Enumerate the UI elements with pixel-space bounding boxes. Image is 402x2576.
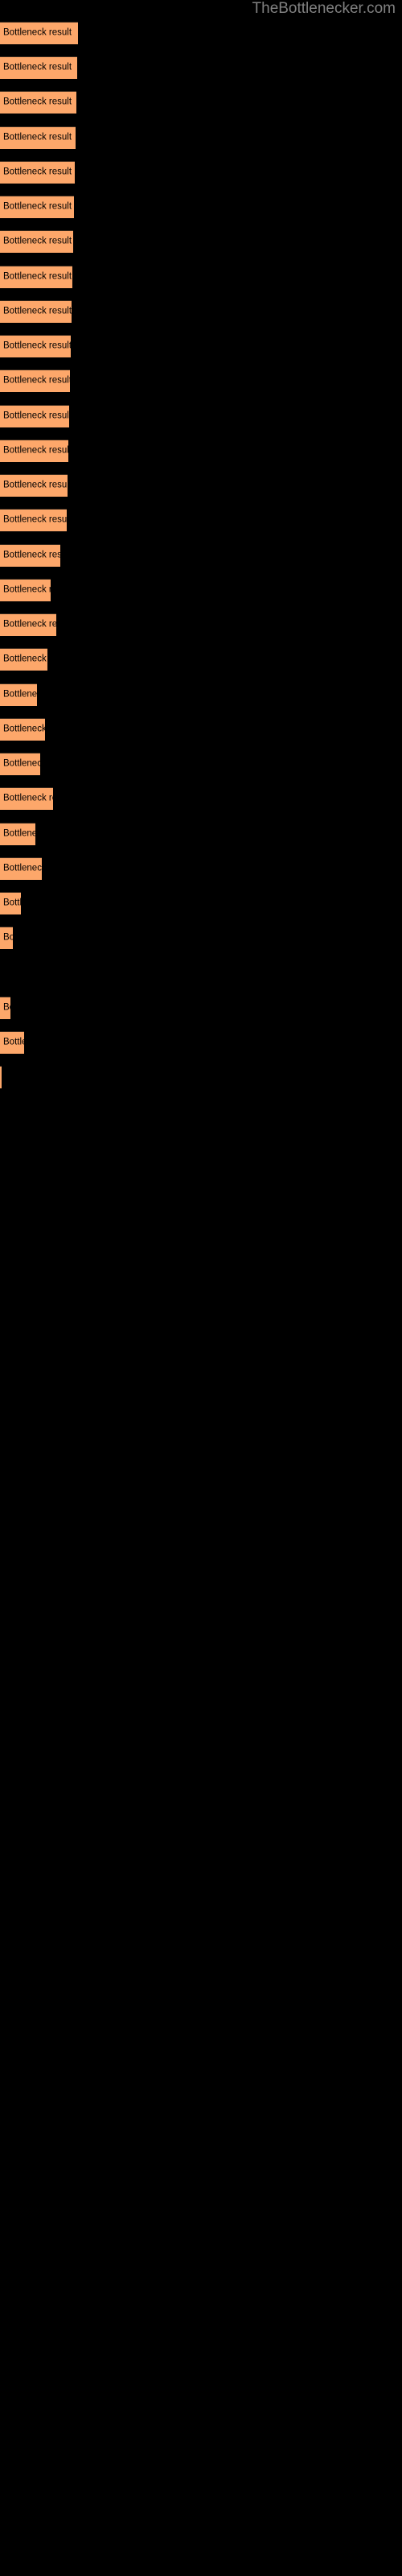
bar-label: Bottleneck result — [3, 375, 70, 386]
bottleneck-bar-chart: TheBottlenecker.com Bottleneck result Bot… — [0, 0, 402, 2576]
bar-label: Bottleneck result — [3, 619, 56, 630]
bar-label: Bottleneck result — [3, 1002, 10, 1013]
bar-label: Bottleneck result — [3, 828, 35, 839]
bar-row: Bottleneck result — [0, 857, 402, 880]
bar-row: Bottleneck result — [0, 683, 402, 706]
bar-label: Bottleneck result — [3, 689, 37, 700]
bar-row: Bottleneck result — [0, 823, 402, 845]
bar-row: Bottleneck result — [0, 161, 402, 184]
bar-row: Bottleneck result — [0, 648, 402, 671]
bar-label-clip: Bottleneck result — [0, 718, 45, 741]
bar-row: Bottleneck result — [0, 196, 402, 218]
bar-label-clip: Bottleneck result — [0, 1031, 24, 1054]
bar-row: Bottleneck result — [0, 613, 402, 636]
bar-label: Bottleneck result — [3, 793, 53, 803]
bar-label-clip: Bottleneck result — [0, 544, 60, 567]
bar-label: Bottleneck result — [3, 27, 72, 38]
bar-label-clip: Bottleneck result — [0, 440, 68, 462]
bar-label-clip: Bottleneck result — [0, 300, 72, 323]
bar-label: Bottleneck result — [3, 167, 72, 177]
bar-row: Bottleneck result — [0, 474, 402, 497]
bar-label: Bottleneck result — [3, 550, 60, 560]
bar-row: Bottleneck result — [0, 405, 402, 427]
bar-label: Bottleneck result — [3, 411, 69, 421]
bar-label-clip: Bottleneck result — [0, 579, 51, 601]
bar-label: Bottleneck result — [3, 758, 40, 769]
bar-label-clip: Bottleneck result — [0, 161, 75, 184]
bar-row: Bottleneck result — [0, 440, 402, 462]
bar-label: Bottleneck result — [3, 584, 51, 595]
bar-label-clip: Bottleneck result — [0, 230, 73, 253]
bar-label: Bottleneck result — [3, 236, 72, 246]
bars-layer: Bottleneck result Bottleneck result Bottle… — [0, 0, 402, 2576]
bar-label-clip: Bottleneck result — [0, 266, 72, 288]
bar-label: Bottleneck result — [3, 271, 72, 282]
bar-label-clip: Bottleneck result — [0, 648, 47, 671]
bar-label-clip: Bottleneck result — [0, 369, 70, 392]
bar-label: Bottleneck result — [3, 480, 68, 490]
bar-label: Bottleneck result — [3, 1037, 24, 1047]
bar-row: Bottleneck result — [0, 266, 402, 288]
bar-row: Bottleneck result — [0, 126, 402, 149]
bar-label: Bottleneck result — [3, 898, 21, 908]
bar-label-clip: Bottleneck result — [0, 335, 71, 357]
bar-label-clip: Bottleneck result — [0, 787, 53, 810]
bar-row: Bottleneck result — [0, 997, 402, 1019]
bar-row: Bottleneck result — [0, 230, 402, 253]
bar-label: Bottleneck result — [3, 306, 72, 316]
bar-label: Bottleneck result — [3, 654, 47, 664]
bar-row: Bottleneck result — [0, 753, 402, 775]
bar-label-clip: Bottleneck result — [0, 927, 13, 949]
bar-row: Bottleneck result — [0, 927, 402, 949]
bar-row: Bottleneck result — [0, 300, 402, 323]
bar-label: Bottleneck result — [3, 932, 13, 943]
bar-label-clip: Bottleneck result — [0, 91, 76, 114]
bar-label-clip: Bottleneck result — [0, 753, 40, 775]
bar-label: Bottleneck result — [3, 863, 42, 873]
bar-row: Bottleneck result — [0, 91, 402, 114]
bar-label-clip: Bottleneck result — [0, 857, 42, 880]
bar-label-clip: Bottleneck result — [0, 405, 69, 427]
bar-row: Bottleneck result — [0, 544, 402, 567]
bar-row: Bottleneck result — [0, 892, 402, 914]
bar-label-clip: Bottleneck result — [0, 126, 76, 149]
bar-label-clip: Bottleneck result — [0, 509, 67, 531]
bar-row: Bottleneck result — [0, 787, 402, 810]
bar-label: Bottleneck result — [3, 201, 72, 212]
bar-row: Bottleneck result — [0, 56, 402, 79]
bar-label-clip: Bottleneck result — [0, 997, 10, 1019]
bar-row: Bottleneck result — [0, 335, 402, 357]
bar-label: Bottleneck result — [3, 724, 45, 734]
bar-label-clip: Bottleneck result — [0, 613, 56, 636]
bar-label-clip: Bottleneck result — [0, 823, 35, 845]
bar-label-clip: Bottleneck result — [0, 196, 74, 218]
bar-label-clip: Bottleneck result — [0, 892, 21, 914]
bar-row — [0, 962, 402, 985]
bar-label-clip: Bottleneck result — [0, 1066, 2, 1088]
bar-row: Bottleneck result — [0, 718, 402, 741]
bar-label: Bottleneck result — [3, 514, 67, 525]
bar-row: Bottleneck result — [0, 369, 402, 392]
bar-row: Bottleneck result — [0, 1031, 402, 1054]
bar-label-clip: Bottleneck result — [0, 56, 77, 79]
bar-label-clip: Bottleneck result — [0, 474, 68, 497]
bar-label: Bottleneck result — [3, 132, 72, 142]
bar-label: Bottleneck result — [3, 445, 68, 456]
bar-row: Bottleneck result — [0, 579, 402, 601]
bar-row: Bottleneck result — [0, 1066, 402, 1088]
bar-row: Bottleneck result — [0, 22, 402, 44]
bar-label-clip: Bottleneck result — [0, 22, 78, 44]
bar-label: Bottleneck result — [3, 62, 72, 72]
bar-row: Bottleneck result — [0, 509, 402, 531]
bar-label: Bottleneck result — [3, 341, 71, 351]
bar-label: Bottleneck result — [3, 97, 72, 107]
bar-label-clip: Bottleneck result — [0, 683, 37, 706]
